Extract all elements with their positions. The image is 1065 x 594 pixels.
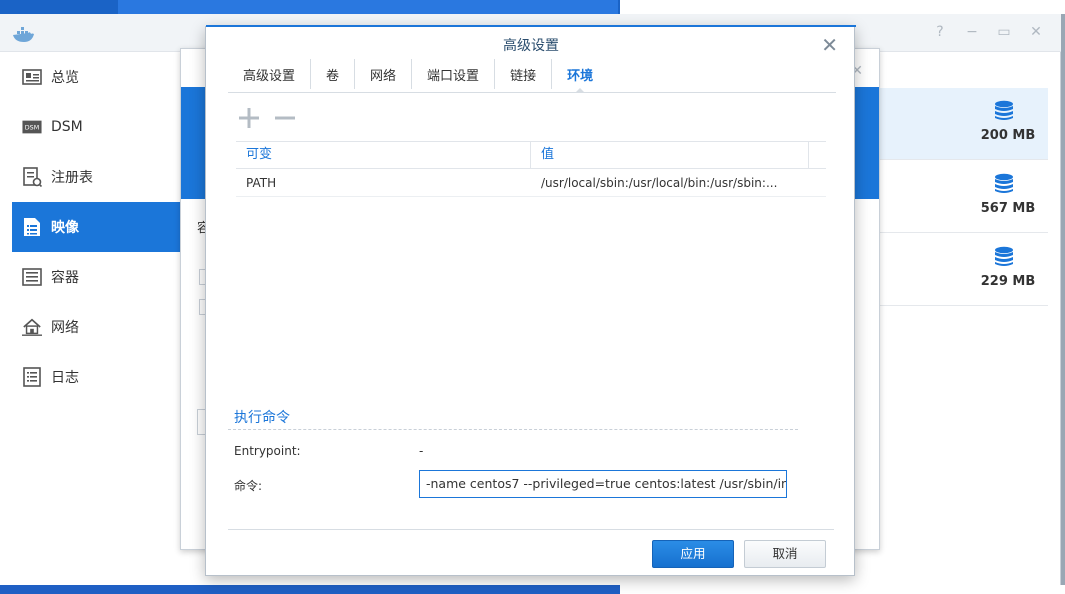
column-header-variable[interactable]: 可变 xyxy=(236,142,531,168)
environment-table: 可变 值 PATH /usr/local/sbin:/usr/local/bin… xyxy=(236,141,826,197)
background-window-strip xyxy=(620,0,1065,14)
sidebar: 总览 DSM DSM 注册表 映像 容器 网络 日志 xyxy=(0,52,180,585)
close-icon[interactable]: ✕ xyxy=(821,33,838,57)
tab-volume[interactable]: 卷 xyxy=(311,59,356,89)
sidebar-item-label: 日志 xyxy=(51,370,79,386)
close-icon[interactable]: ✕ xyxy=(1029,24,1043,40)
sidebar-item-overview[interactable]: 总览 xyxy=(0,52,180,102)
image-row[interactable]: 229 MB xyxy=(880,234,1048,306)
tab-environment[interactable]: 环境 xyxy=(552,59,608,93)
overview-icon xyxy=(22,67,42,87)
background-taskbar xyxy=(620,585,1065,594)
help-icon[interactable]: ? xyxy=(933,24,947,40)
background-taskbar xyxy=(0,585,620,594)
variable-cell: PATH xyxy=(246,176,277,190)
database-icon xyxy=(995,246,1013,266)
maximize-icon[interactable]: ▭ xyxy=(997,24,1011,40)
tab-advanced[interactable]: 高级设置 xyxy=(228,59,312,89)
advanced-settings-dialog: 高级设置 ✕ 高级设置 卷 网络 端口设置 链接 环境 可变 值 PATH /u… xyxy=(205,25,856,576)
table-row[interactable]: PATH /usr/local/sbin:/usr/local/bin:/usr… xyxy=(236,169,826,197)
command-label: 命令: xyxy=(234,479,263,493)
dialog-accent xyxy=(206,25,856,27)
sidebar-item-label: 容器 xyxy=(51,270,79,286)
entrypoint-value: - xyxy=(419,444,424,458)
image-row[interactable]: 567 MB xyxy=(880,161,1048,233)
sidebar-item-log[interactable]: 日志 xyxy=(0,352,180,402)
dialog-header-band xyxy=(855,87,879,199)
value-cell: /usr/local/sbin:/usr/local/bin:/usr/sbin… xyxy=(541,176,778,190)
sidebar-item-container[interactable]: 容器 xyxy=(0,252,180,302)
column-header-value[interactable]: 值 xyxy=(531,142,809,168)
sidebar-item-label: DSM xyxy=(51,119,83,135)
registry-icon xyxy=(22,167,42,187)
tab-links[interactable]: 链接 xyxy=(495,59,553,89)
sidebar-item-dsm[interactable]: DSM DSM xyxy=(0,102,180,152)
tab-bar: 高级设置 卷 网络 端口设置 链接 环境 xyxy=(228,59,836,93)
apply-button[interactable]: 应用 xyxy=(652,540,734,568)
container-icon xyxy=(22,267,42,287)
cancel-button[interactable]: 取消 xyxy=(744,540,826,568)
sidebar-item-image[interactable]: 映像 xyxy=(12,202,180,252)
sidebar-item-label: 网络 xyxy=(51,320,79,336)
image-size: 229 MB xyxy=(980,274,1036,289)
minimize-icon[interactable]: − xyxy=(965,24,979,40)
add-icon[interactable] xyxy=(238,107,260,129)
command-input[interactable]: -name centos7 --privileged=true centos:l… xyxy=(419,470,787,498)
database-icon xyxy=(995,173,1013,193)
exec-command-section-title: 执行命令 xyxy=(234,410,290,426)
network-icon xyxy=(22,317,42,337)
sidebar-item-label: 映像 xyxy=(51,220,79,236)
dsm-icon: DSM xyxy=(22,117,42,137)
svg-text:DSM: DSM xyxy=(25,125,39,132)
image-size-column: 200 MB 567 MB 229 MB xyxy=(880,52,1048,585)
remove-icon[interactable] xyxy=(274,107,296,129)
image-row[interactable]: 200 MB xyxy=(880,88,1048,160)
log-icon xyxy=(22,367,42,387)
tab-port-settings[interactable]: 端口设置 xyxy=(412,59,496,89)
sidebar-item-label: 注册表 xyxy=(51,170,93,186)
tab-network[interactable]: 网络 xyxy=(355,59,413,89)
database-icon xyxy=(995,100,1013,120)
footer-divider xyxy=(228,529,834,530)
sidebar-item-label: 总览 xyxy=(51,70,79,86)
entrypoint-label: Entrypoint: xyxy=(234,444,301,458)
sidebar-item-network[interactable]: 网络 xyxy=(0,302,180,352)
image-size: 200 MB xyxy=(980,128,1036,143)
image-icon xyxy=(22,217,42,237)
image-size: 567 MB xyxy=(980,201,1036,216)
sidebar-item-registry[interactable]: 注册表 xyxy=(0,152,180,202)
section-divider xyxy=(228,429,798,430)
docker-logo-icon xyxy=(13,27,34,42)
background-window-strip xyxy=(118,0,618,14)
dialog-header-band xyxy=(181,87,205,199)
table-header: 可变 值 xyxy=(236,141,826,169)
dialog-title: 高级设置 xyxy=(503,38,559,54)
